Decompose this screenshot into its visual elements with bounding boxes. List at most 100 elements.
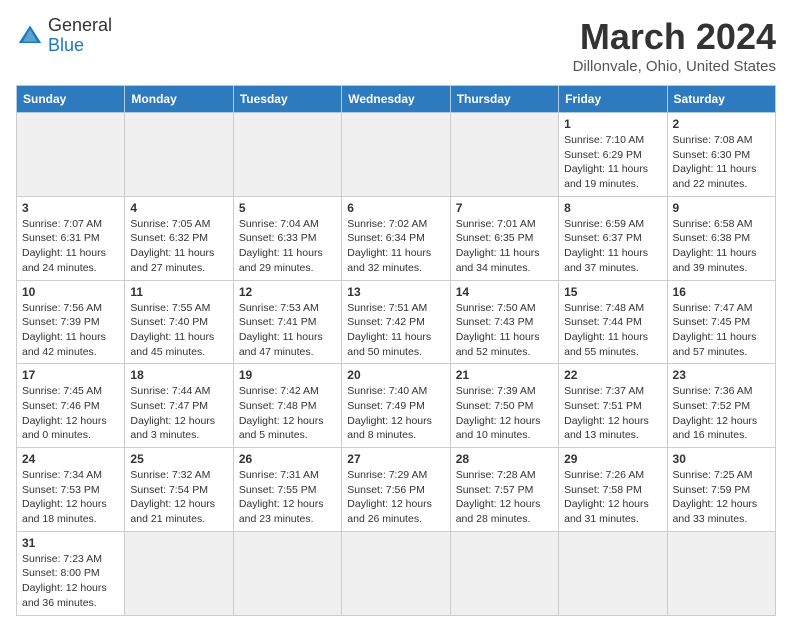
day-number: 21 — [456, 368, 553, 382]
day-info: Sunrise: 7:02 AM Sunset: 6:34 PM Dayligh… — [347, 217, 444, 276]
calendar-cell: 23Sunrise: 7:36 AM Sunset: 7:52 PM Dayli… — [667, 364, 775, 448]
calendar-cell — [125, 531, 233, 615]
calendar-cell — [450, 531, 558, 615]
day-info: Sunrise: 7:48 AM Sunset: 7:44 PM Dayligh… — [564, 301, 661, 360]
weekday-header-monday: Monday — [125, 86, 233, 113]
day-info: Sunrise: 7:37 AM Sunset: 7:51 PM Dayligh… — [564, 384, 661, 443]
page-header: General Blue March 2024 Dillonvale, Ohio… — [16, 16, 776, 75]
day-info: Sunrise: 7:47 AM Sunset: 7:45 PM Dayligh… — [673, 301, 770, 360]
calendar-cell: 6 Sunrise: 7:02 AM Sunset: 6:34 PM Daylig… — [342, 196, 450, 280]
calendar-cell: 3 Sunrise: 7:07 AM Sunset: 6:31 PM Daylig… — [17, 196, 125, 280]
calendar-cell: 28 Sunrise: 7:28 AM Sunset: 7:57 PM Dayli… — [450, 448, 558, 532]
calendar-cell: 31 Sunrise: 7:23 AM Sunset: 8:00 PM Dayli… — [17, 531, 125, 615]
day-info: Sunrise: 7:32 AM Sunset: 7:54 PM Dayligh… — [130, 468, 227, 527]
calendar-cell: 30Sunrise: 7:25 AM Sunset: 7:59 PM Dayli… — [667, 448, 775, 532]
calendar-cell: 14Sunrise: 7:50 AM Sunset: 7:43 PM Dayli… — [450, 280, 558, 364]
calendar-cell: 24Sunrise: 7:34 AM Sunset: 7:53 PM Dayli… — [17, 448, 125, 532]
logo-blue: Blue — [48, 35, 84, 55]
calendar-cell: 1 Sunrise: 7:10 AM Sunset: 6:29 PM Daylig… — [559, 113, 667, 197]
title-area: March 2024 Dillonvale, Ohio, United Stat… — [573, 16, 776, 75]
calendar-cell: 9 Sunrise: 6:58 AM Sunset: 6:38 PM Daylig… — [667, 196, 775, 280]
day-number: 4 — [130, 201, 227, 215]
calendar-cell: 22 Sunrise: 7:37 AM Sunset: 7:51 PM Dayli… — [559, 364, 667, 448]
weekday-header-row: SundayMondayTuesdayWednesdayThursdayFrid… — [17, 86, 776, 113]
calendar-cell: 26 Sunrise: 7:31 AM Sunset: 7:55 PM Dayli… — [233, 448, 341, 532]
calendar-cell — [342, 113, 450, 197]
day-number: 26 — [239, 452, 336, 466]
day-number: 19 — [239, 368, 336, 382]
day-info: Sunrise: 7:10 AM Sunset: 6:29 PM Dayligh… — [564, 133, 661, 192]
calendar-cell: 8Sunrise: 6:59 AM Sunset: 6:37 PM Daylig… — [559, 196, 667, 280]
day-number: 17 — [22, 368, 119, 382]
calendar-week-row: 17Sunrise: 7:45 AM Sunset: 7:46 PM Dayli… — [17, 364, 776, 448]
day-number: 10 — [22, 285, 119, 299]
day-info: Sunrise: 7:08 AM Sunset: 6:30 PM Dayligh… — [673, 133, 770, 192]
day-number: 9 — [673, 201, 770, 215]
calendar-cell: 29Sunrise: 7:26 AM Sunset: 7:58 PM Dayli… — [559, 448, 667, 532]
weekday-header-sunday: Sunday — [17, 86, 125, 113]
day-number: 2 — [673, 117, 770, 131]
day-number: 8 — [564, 201, 661, 215]
day-number: 1 — [564, 117, 661, 131]
day-info: Sunrise: 7:34 AM Sunset: 7:53 PM Dayligh… — [22, 468, 119, 527]
calendar-cell: 11Sunrise: 7:55 AM Sunset: 7:40 PM Dayli… — [125, 280, 233, 364]
day-number: 13 — [347, 285, 444, 299]
day-number: 18 — [130, 368, 227, 382]
day-info: Sunrise: 7:53 AM Sunset: 7:41 PM Dayligh… — [239, 301, 336, 360]
calendar-week-row: 31 Sunrise: 7:23 AM Sunset: 8:00 PM Dayli… — [17, 531, 776, 615]
calendar-cell: 18 Sunrise: 7:44 AM Sunset: 7:47 PM Dayli… — [125, 364, 233, 448]
weekday-header-thursday: Thursday — [450, 86, 558, 113]
day-info: Sunrise: 7:05 AM Sunset: 6:32 PM Dayligh… — [130, 217, 227, 276]
weekday-header-saturday: Saturday — [667, 86, 775, 113]
day-number: 15 — [564, 285, 661, 299]
day-number: 6 — [347, 201, 444, 215]
logo-icon — [16, 22, 44, 50]
day-number: 7 — [456, 201, 553, 215]
calendar-cell — [233, 113, 341, 197]
day-number: 25 — [130, 452, 227, 466]
day-number: 31 — [22, 536, 119, 550]
calendar-week-row: 3 Sunrise: 7:07 AM Sunset: 6:31 PM Daylig… — [17, 196, 776, 280]
day-info: Sunrise: 7:40 AM Sunset: 7:49 PM Dayligh… — [347, 384, 444, 443]
day-number: 30 — [673, 452, 770, 466]
day-info: Sunrise: 7:44 AM Sunset: 7:47 PM Dayligh… — [130, 384, 227, 443]
day-info: Sunrise: 7:51 AM Sunset: 7:42 PM Dayligh… — [347, 301, 444, 360]
day-info: Sunrise: 7:42 AM Sunset: 7:48 PM Dayligh… — [239, 384, 336, 443]
day-info: Sunrise: 7:36 AM Sunset: 7:52 PM Dayligh… — [673, 384, 770, 443]
calendar-subtitle: Dillonvale, Ohio, United States — [573, 58, 776, 75]
calendar-header: SundayMondayTuesdayWednesdayThursdayFrid… — [17, 86, 776, 113]
calendar-cell: 7Sunrise: 7:01 AM Sunset: 6:35 PM Daylig… — [450, 196, 558, 280]
day-number: 22 — [564, 368, 661, 382]
calendar-cell: 2 Sunrise: 7:08 AM Sunset: 6:30 PM Daylig… — [667, 113, 775, 197]
calendar-week-row: 10Sunrise: 7:56 AM Sunset: 7:39 PM Dayli… — [17, 280, 776, 364]
calendar-cell: 21 Sunrise: 7:39 AM Sunset: 7:50 PM Dayli… — [450, 364, 558, 448]
logo-general: General — [48, 15, 112, 35]
day-info: Sunrise: 7:29 AM Sunset: 7:56 PM Dayligh… — [347, 468, 444, 527]
day-info: Sunrise: 7:28 AM Sunset: 7:57 PM Dayligh… — [456, 468, 553, 527]
day-number: 27 — [347, 452, 444, 466]
calendar-table: SundayMondayTuesdayWednesdayThursdayFrid… — [16, 85, 776, 616]
calendar-title: March 2024 — [573, 16, 776, 58]
day-number: 28 — [456, 452, 553, 466]
logo-text: General Blue — [48, 16, 112, 56]
day-info: Sunrise: 7:31 AM Sunset: 7:55 PM Dayligh… — [239, 468, 336, 527]
calendar-cell: 12 Sunrise: 7:53 AM Sunset: 7:41 PM Dayli… — [233, 280, 341, 364]
calendar-cell — [233, 531, 341, 615]
day-info: Sunrise: 6:58 AM Sunset: 6:38 PM Dayligh… — [673, 217, 770, 276]
day-info: Sunrise: 7:23 AM Sunset: 8:00 PM Dayligh… — [22, 552, 119, 611]
calendar-cell: 27 Sunrise: 7:29 AM Sunset: 7:56 PM Dayli… — [342, 448, 450, 532]
day-number: 5 — [239, 201, 336, 215]
calendar-cell: 13 Sunrise: 7:51 AM Sunset: 7:42 PM Dayli… — [342, 280, 450, 364]
day-info: Sunrise: 7:07 AM Sunset: 6:31 PM Dayligh… — [22, 217, 119, 276]
day-number: 3 — [22, 201, 119, 215]
day-info: Sunrise: 7:50 AM Sunset: 7:43 PM Dayligh… — [456, 301, 553, 360]
calendar-cell: 20Sunrise: 7:40 AM Sunset: 7:49 PM Dayli… — [342, 364, 450, 448]
calendar-cell — [17, 113, 125, 197]
calendar-week-row: 1 Sunrise: 7:10 AM Sunset: 6:29 PM Daylig… — [17, 113, 776, 197]
day-info: Sunrise: 7:04 AM Sunset: 6:33 PM Dayligh… — [239, 217, 336, 276]
calendar-cell — [342, 531, 450, 615]
calendar-cell: 16Sunrise: 7:47 AM Sunset: 7:45 PM Dayli… — [667, 280, 775, 364]
day-info: Sunrise: 7:39 AM Sunset: 7:50 PM Dayligh… — [456, 384, 553, 443]
day-number: 12 — [239, 285, 336, 299]
logo: General Blue — [16, 16, 112, 56]
